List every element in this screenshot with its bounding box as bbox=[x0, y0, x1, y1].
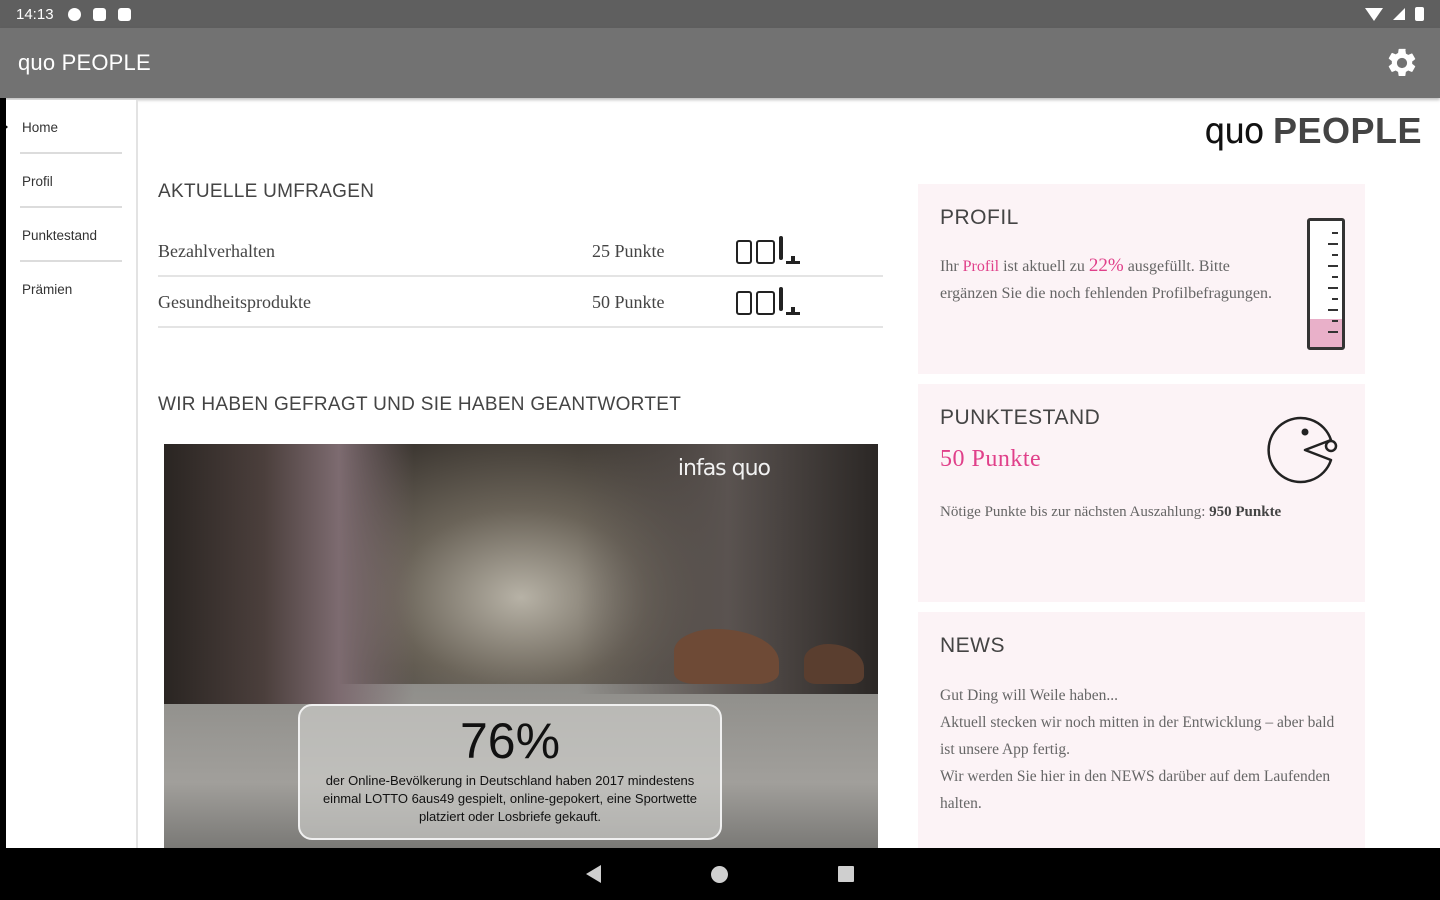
news-card[interactable]: NEWS Gut Ding will Weile haben... Aktuel… bbox=[918, 612, 1365, 848]
surveys-title: AKTUELLE UMFRAGEN bbox=[158, 181, 375, 202]
sidebar-item-home[interactable]: Home bbox=[2, 100, 136, 154]
gauge-tick bbox=[1328, 287, 1338, 289]
brand-logo: quo PEOPLE bbox=[1204, 110, 1422, 152]
gauge-tick bbox=[1328, 331, 1338, 333]
profil-card-text: Ihr Profil ist aktuell zu 22% ausgefüllt… bbox=[940, 255, 1273, 302]
notification-icon bbox=[92, 7, 106, 21]
phone-icon bbox=[736, 291, 752, 315]
news-line: Aktuell stecken wir noch mitten in der E… bbox=[940, 714, 1335, 758]
gauge-tick bbox=[1332, 298, 1338, 300]
sidebar: Home Profil Punktestand Prämien bbox=[2, 100, 138, 848]
survey-points: 25 Punkte bbox=[592, 240, 665, 261]
settings-button[interactable] bbox=[1382, 43, 1422, 83]
news-card-text: Gut Ding will Weile haben... Aktuell ste… bbox=[940, 682, 1343, 817]
device-icons bbox=[736, 236, 807, 264]
gauge-tick bbox=[1332, 254, 1338, 256]
profil-percent: 22% bbox=[1088, 255, 1124, 276]
sidebar-item-label: Punktestand bbox=[22, 227, 98, 243]
sidebar-item-label: Profil bbox=[22, 173, 53, 189]
gear-icon bbox=[67, 7, 81, 21]
device-icons bbox=[736, 287, 807, 315]
sidebar-item-punktestand[interactable]: Punktestand bbox=[6, 208, 136, 262]
home-icon[interactable] bbox=[711, 865, 728, 883]
survey-result-image[interactable]: infas quo 76% der Online-Bevölkerung in … bbox=[164, 444, 878, 848]
punktestand-card[interactable]: PUNKTESTAND 50 Punkte Nötige Punkte bis … bbox=[918, 384, 1365, 602]
survey-row[interactable]: Gesundheitsprodukte 50 Punkte bbox=[158, 278, 883, 328]
stat-box: 76% der Online-Bevölkerung in Deutschlan… bbox=[298, 704, 722, 840]
tablet-icon bbox=[756, 291, 775, 315]
punktestand-text: Nötige Punkte bis zur nächsten Auszahlun… bbox=[940, 504, 1282, 520]
profil-card-title: PROFIL bbox=[940, 206, 1019, 229]
infas-quo-logo: infas quo bbox=[677, 456, 771, 481]
battery-icon bbox=[1415, 7, 1424, 21]
news-line: Wir werden Sie hier in den NEWS darüber … bbox=[940, 768, 1331, 812]
survey-name: Gesundheitsprodukte bbox=[158, 291, 311, 312]
system-nav-bar bbox=[0, 848, 1440, 900]
sidebar-item-label: Home bbox=[22, 119, 59, 135]
gauge-tick bbox=[1332, 320, 1338, 322]
recent-apps-icon[interactable] bbox=[838, 866, 854, 882]
wifi-icon bbox=[1365, 7, 1383, 21]
gauge-tick bbox=[1328, 243, 1338, 245]
app-title: quo PEOPLE bbox=[18, 50, 151, 75]
news-line: Gut Ding will Weile haben... bbox=[940, 687, 1118, 704]
signal-icon bbox=[1393, 8, 1405, 20]
sidebar-item-profil[interactable]: Profil bbox=[6, 154, 136, 208]
survey-name: Bezahlverhalten bbox=[158, 240, 275, 261]
gauge-tick bbox=[1328, 309, 1338, 311]
sidebar-item-praemien[interactable]: Prämien bbox=[6, 262, 136, 316]
app-bar: quo PEOPLE bbox=[0, 28, 1440, 98]
status-time: 14:13 bbox=[16, 5, 54, 23]
news-card-title: NEWS bbox=[940, 634, 1005, 657]
phone-icon bbox=[736, 240, 752, 264]
survey-row[interactable]: Bezahlverhalten 25 Punkte bbox=[158, 227, 883, 277]
brand-logo-thin: quo bbox=[1203, 111, 1265, 152]
gauge-tick bbox=[1332, 232, 1338, 234]
brand-logo-bold: PEOPLE bbox=[1272, 110, 1422, 151]
gauge-tick bbox=[1328, 265, 1338, 267]
profil-link[interactable]: Profil bbox=[963, 258, 999, 275]
stat-text: der Online-Bevölkerung in Deutschland ha… bbox=[322, 773, 698, 824]
stat-value: 76% bbox=[459, 713, 561, 769]
sd-card-icon bbox=[117, 7, 131, 21]
profile-gauge-icon bbox=[1307, 218, 1345, 350]
monitor-icon bbox=[779, 287, 807, 315]
gauge-tick bbox=[1332, 276, 1338, 278]
punktestand-needed: 950 Punkte bbox=[1209, 504, 1282, 520]
monitor-icon bbox=[779, 236, 807, 264]
sidebar-item-label: Prämien bbox=[22, 281, 73, 297]
pacman-icon bbox=[1267, 416, 1338, 484]
answered-title: WIR HABEN GEFRAGT UND SIE HABEN GEANTWOR… bbox=[158, 394, 682, 415]
status-bar: 14:13 bbox=[0, 0, 1440, 28]
back-icon[interactable] bbox=[586, 865, 601, 883]
profil-card[interactable]: PROFIL Ihr Profil ist aktuell zu 22% aus… bbox=[918, 184, 1365, 374]
tablet-icon bbox=[756, 240, 775, 264]
survey-points: 50 Punkte bbox=[592, 291, 665, 312]
gear-icon bbox=[1388, 48, 1416, 77]
